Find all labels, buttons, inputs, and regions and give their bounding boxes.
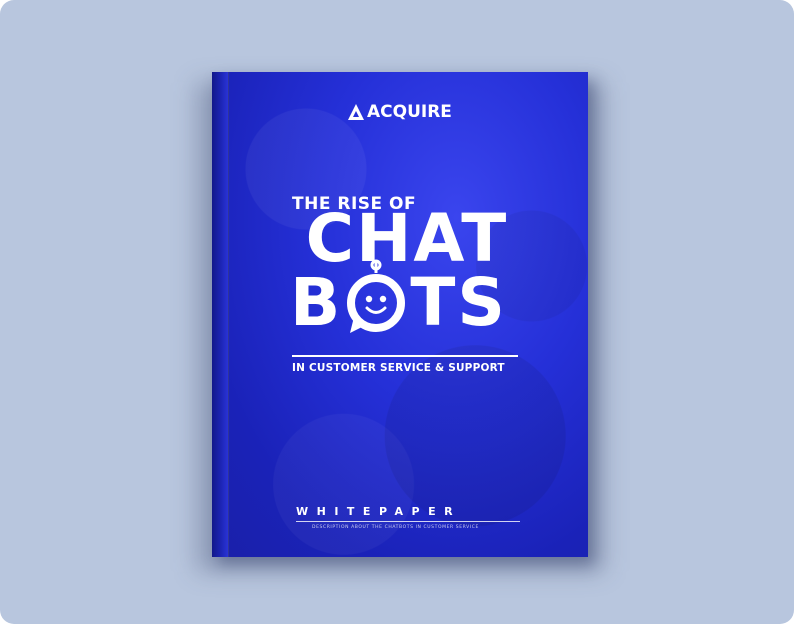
chatbot-face-icon — [344, 259, 408, 348]
cover-subtitle: IN CUSTOMER SERVICE & SUPPORT — [292, 362, 505, 374]
book-cover: ACQUIRE THE RISE OF CHAT B TS IN CUSTOME… — [212, 72, 588, 557]
background-card: ACQUIRE THE RISE OF CHAT B TS IN CUSTOME… — [0, 0, 794, 624]
cover-title-line2-right: TS — [410, 264, 507, 341]
doc-type-label: WHITEPAPER — [296, 505, 462, 518]
doc-type-divider — [296, 521, 520, 522]
acquire-logo-icon — [348, 104, 364, 120]
cover-title-line2: B TS — [290, 259, 507, 341]
title-divider — [292, 355, 518, 357]
brand-name: ACQUIRE — [367, 102, 452, 122]
cover-description: DESCRIPTION ABOUT THE CHATBOTS IN CUSTOM… — [312, 525, 479, 530]
cover-title-line2-left: B — [290, 264, 343, 341]
book-spine — [212, 72, 229, 557]
brand-logo: ACQUIRE — [348, 102, 452, 122]
